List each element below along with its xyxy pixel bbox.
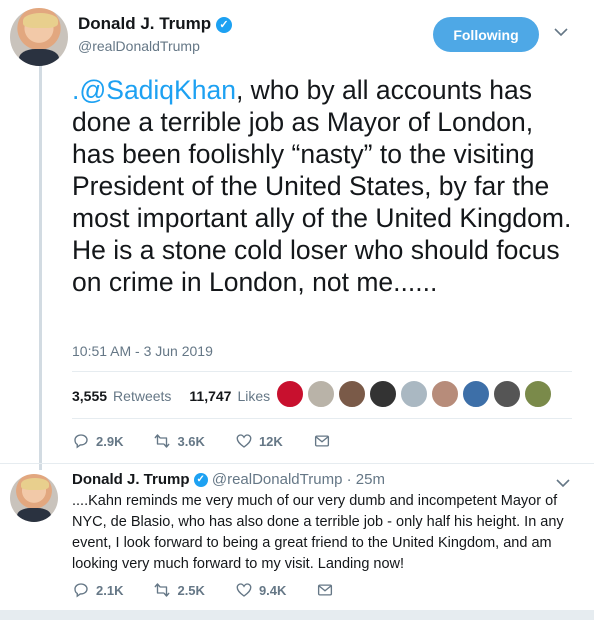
reply-actions: 2.1K 2.5K 9.4K [72,581,334,599]
tweet-timestamp[interactable]: 10:51 AM - 3 Jun 2019 [72,343,213,359]
author-name[interactable]: Donald J. Trump [78,14,211,33]
retweet-count: 2.5K [177,582,205,598]
liker-avatar[interactable] [524,380,552,408]
reply-icon [74,434,88,449]
reply-author-name[interactable]: Donald J. Trump [72,471,190,488]
divider [0,463,594,464]
mention-link[interactable]: .@SadiqKhan [72,75,236,105]
reply-count: 2.9K [96,433,124,449]
liker-avatar[interactable] [338,380,366,408]
tweet-body: .@SadiqKhan, who by all accounts has don… [72,74,572,298]
likes-label[interactable]: Likes [237,388,270,404]
reply-author-handle[interactable]: @realDonaldTrump [212,471,343,488]
author-handle[interactable]: @realDonaldTrump [78,38,200,54]
retweet-count: 3.6K [177,433,205,449]
reply-button[interactable]: 2.1K [72,581,123,599]
liker-avatar[interactable] [369,380,397,408]
thread-connector-line [39,64,42,470]
reply-count: 2.1K [96,582,124,598]
like-icon [236,434,252,448]
direct-message-button[interactable] [313,432,331,450]
reply-author-avatar[interactable] [10,474,58,522]
verified-badge-icon: ✓ [215,16,232,33]
liker-avatar[interactable] [276,380,304,408]
reply-body: ....Kahn reminds me very much of our ver… [72,493,564,572]
liker-avatars [276,380,552,408]
divider [72,418,572,419]
message-icon [318,584,333,596]
reply-age[interactable]: · 25m [347,471,385,488]
following-button[interactable]: Following [433,17,539,52]
like-count: 9.4K [258,582,287,598]
author-name-row[interactable]: Donald J. Trump ✓ [78,14,232,34]
chevron-down-icon[interactable] [554,24,568,40]
liker-avatar[interactable] [462,380,490,408]
bottom-divider [0,610,594,620]
like-icon [236,583,252,597]
author-avatar[interactable] [10,8,68,66]
verified-badge-icon: ✓ [193,473,208,488]
tweet-actions: 2.9K 3.6K 12K [72,432,331,450]
retweet-button[interactable]: 2.5K [153,581,205,599]
like-count: 12K [258,433,283,449]
reply-button[interactable]: 2.9K [72,432,123,450]
liker-avatar[interactable] [307,380,335,408]
retweets-label[interactable]: Retweets [113,388,171,404]
like-button[interactable]: 9.4K [235,581,286,599]
retweet-icon [155,434,170,448]
divider [72,371,572,372]
like-button[interactable]: 12K [235,432,283,450]
engagement-stats: 3,555 Retweets 11,747 Likes [72,388,270,404]
likes-count[interactable]: 11,747 [189,388,231,404]
retweet-icon [155,583,170,597]
message-icon [314,435,329,447]
reply-icon [74,583,88,598]
liker-avatar[interactable] [431,380,459,408]
retweet-button[interactable]: 3.6K [153,432,205,450]
reply-author-row: Donald J. Trump ✓ @realDonaldTrump · 25m [72,471,385,488]
liker-avatar[interactable] [493,380,521,408]
liker-avatar[interactable] [400,380,428,408]
direct-message-button[interactable] [316,581,334,599]
retweets-count[interactable]: 3,555 [72,388,107,404]
tweet-body-text: , who by all accounts has done a terribl… [72,75,572,297]
